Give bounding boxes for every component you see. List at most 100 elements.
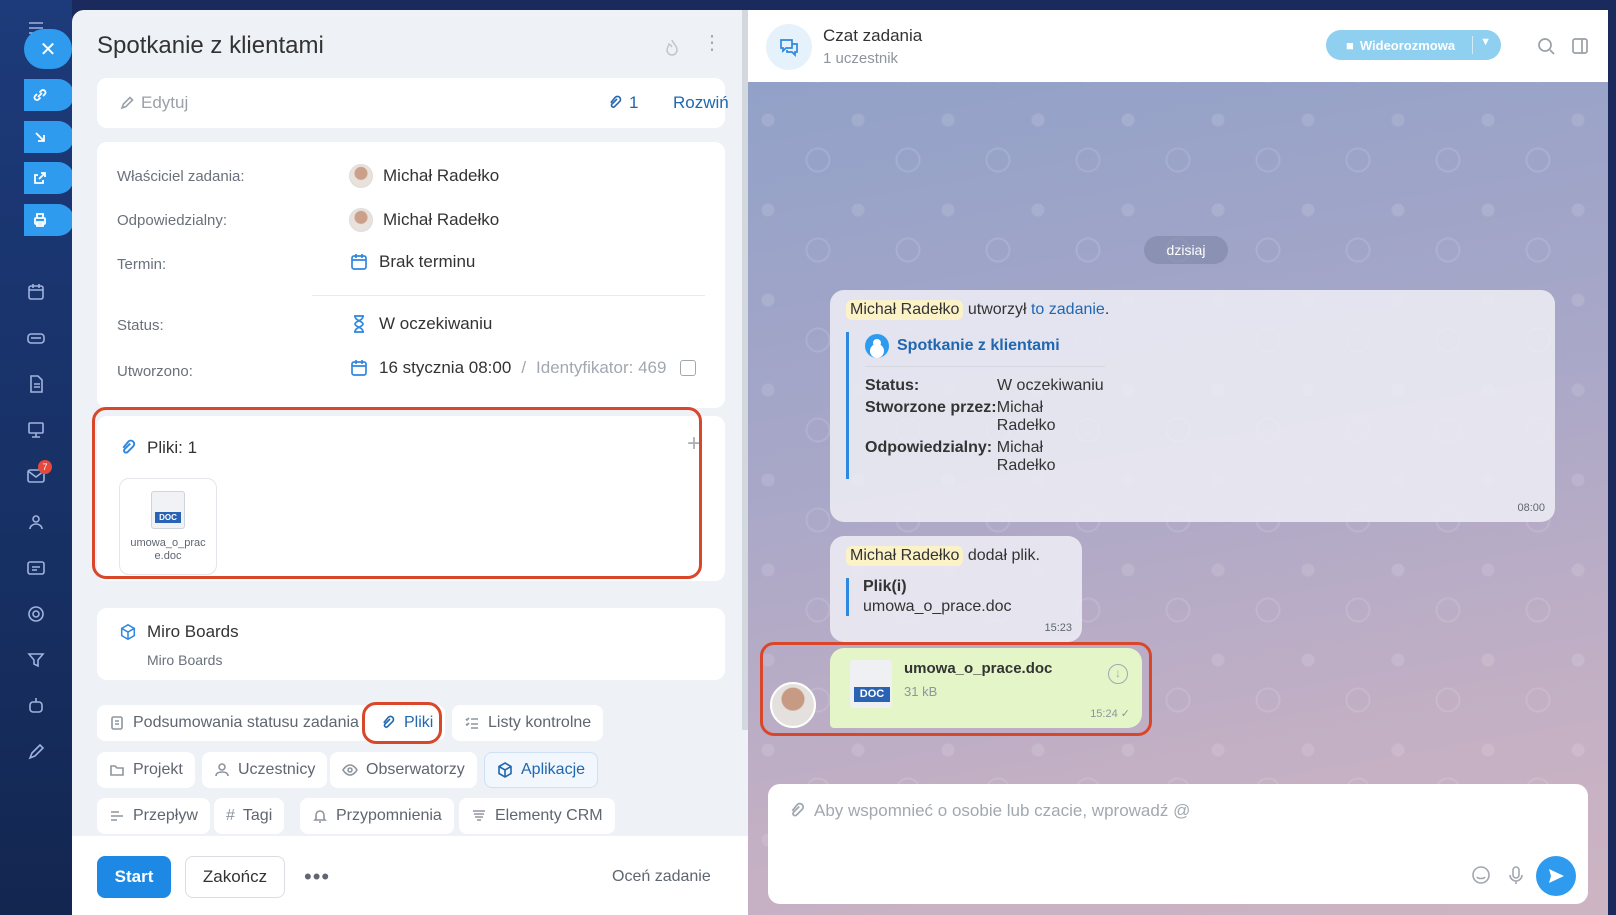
message-time: 15:23 <box>1044 622 1072 634</box>
chat-header: Czat zadania 1 uczestnik ■ Wideorozmowa … <box>748 10 1608 82</box>
close-slider-button[interactable]: ✕ <box>24 29 72 69</box>
drive-icon[interactable] <box>24 326 48 350</box>
emoji-icon[interactable] <box>1470 864 1492 886</box>
files-header: Pliki: 1 <box>119 438 197 458</box>
expand-link[interactable]: Rozwiń <box>673 93 729 113</box>
owner-value[interactable]: Michał Radełko <box>349 164 499 188</box>
doc-badge: DOC <box>155 512 181 523</box>
quote-value: Michał Radełko <box>996 399 1056 434</box>
doc-badge: DOC <box>854 687 890 702</box>
attach-icon[interactable] <box>788 802 806 820</box>
chip-participants[interactable]: Uczestnicy <box>202 752 328 788</box>
summary-icon <box>111 716 123 730</box>
message-composer <box>768 784 1588 904</box>
chip-status-summaries[interactable]: Podsumowania statusu zadania <box>97 705 371 741</box>
quote-title[interactable]: Spotkanie z klientami <box>865 332 1106 360</box>
edit-bar: Edytuj 1 Rozwiń <box>97 78 729 128</box>
chip-observers[interactable]: Obserwatorzy <box>330 752 477 788</box>
add-file-icon[interactable]: + <box>687 430 701 458</box>
flame-icon[interactable] <box>662 38 682 58</box>
task-panel: Spotkanie z klientami ⋮ Edytuj 1 Rozwiń … <box>72 10 748 915</box>
miro-section: Miro Boards Miro Boards <box>97 608 725 680</box>
chat-participants[interactable]: 1 uczestnik <box>823 50 898 67</box>
author-mention[interactable]: Michał Radełko <box>846 300 964 320</box>
more-options-icon[interactable]: ⋮ <box>702 33 722 58</box>
edit-button[interactable]: Edytuj <box>119 93 188 113</box>
rate-task-link[interactable]: Oceń zadanie <box>612 868 711 886</box>
deadline-label: Termin: <box>117 256 167 273</box>
chat-title[interactable]: Czat zadania <box>823 26 922 46</box>
chip-files[interactable]: Pliki <box>368 705 446 741</box>
chip-crm-elements[interactable]: Elementy CRM <box>459 798 615 834</box>
chip-checklists[interactable]: Listy kontrolne <box>452 705 604 741</box>
responsible-value[interactable]: Michał Radełko <box>349 208 499 232</box>
robot-icon[interactable] <box>24 694 48 718</box>
chip-applications[interactable]: Aplikacje <box>484 752 599 788</box>
paperclip-icon <box>610 95 622 108</box>
video-call-button[interactable]: ■ Wideorozmowa ▼ <box>1326 30 1501 60</box>
avatar[interactable] <box>770 682 816 728</box>
search-icon[interactable] <box>1536 36 1556 56</box>
print-button[interactable] <box>24 204 74 236</box>
chip-label: Projekt <box>133 761 183 778</box>
board-icon[interactable] <box>24 418 48 442</box>
divider <box>1472 36 1473 54</box>
task-title: Spotkanie z klientami <box>97 32 324 59</box>
quote-value: W oczekiwaniu <box>997 377 1104 394</box>
doc-file-name[interactable]: umowa_o_prace.doc <box>904 660 1052 677</box>
paperclip-icon <box>122 439 136 454</box>
chip-label: Przepływ <box>133 807 198 824</box>
chip-tags[interactable]: # Tagi <box>214 798 285 834</box>
message-time: 08:00 <box>1517 502 1545 514</box>
download-icon[interactable]: ↓ <box>1108 664 1128 684</box>
doc-file-icon: DOC <box>850 660 892 708</box>
system-message-text: Michał Radełko utworzył to zadanie. <box>846 300 1109 320</box>
status-label: Status: <box>117 317 164 334</box>
chip-reminders[interactable]: Przypomnienia <box>300 798 454 834</box>
minimize-button[interactable] <box>24 121 74 153</box>
sidebar-toggle-icon[interactable] <box>1570 36 1590 56</box>
quote-key: Odpowiedzialny: <box>865 439 993 456</box>
attachment-counter[interactable]: 1 <box>607 93 638 113</box>
hash-icon: # <box>226 807 235 824</box>
chat-bubbles-icon <box>780 39 798 58</box>
users-icon[interactable] <box>24 510 48 534</box>
pen-icon[interactable] <box>24 740 48 764</box>
miro-subtitle[interactable]: Miro Boards <box>147 652 222 668</box>
status-value: W oczekiwaniu <box>349 314 492 334</box>
microphone-icon[interactable] <box>1505 864 1527 886</box>
created-date: 16 stycznia 08:00 <box>379 358 512 377</box>
copy-link-button[interactable] <box>24 79 74 111</box>
chip-flow[interactable]: Przepływ <box>97 798 210 834</box>
quote-title-text: Spotkanie z klientami <box>897 337 1060 354</box>
calendar-repeat-icon <box>351 360 367 376</box>
deadline-value[interactable]: Brak terminu <box>349 252 475 272</box>
filter-icon[interactable] <box>24 648 48 672</box>
flow-icon <box>111 811 123 821</box>
system-action: utworzył <box>967 301 1027 318</box>
chevron-down-icon[interactable]: ▼ <box>1480 36 1491 48</box>
calendar-icon[interactable] <box>24 280 48 304</box>
folder-icon <box>110 765 124 776</box>
document-icon[interactable] <box>24 372 48 396</box>
finish-button[interactable]: Zakończ <box>185 856 285 898</box>
contact-card-icon[interactable] <box>24 556 48 580</box>
more-actions-button[interactable]: ••• <box>304 856 330 898</box>
message-input[interactable] <box>814 796 1554 826</box>
copy-icon[interactable] <box>680 360 697 376</box>
start-button[interactable]: Start <box>97 856 171 898</box>
quote-row: Stworzone przez: Michał Radełko <box>865 399 1106 435</box>
chip-project[interactable]: Projekt <box>97 752 195 788</box>
task-link[interactable]: to zadanie <box>1031 301 1105 318</box>
target-icon[interactable] <box>24 602 48 626</box>
file-message[interactable]: DOC umowa_o_prace.doc 31 kB ↓ 15:24 ✓ <box>830 648 1142 728</box>
send-button[interactable] <box>1536 856 1576 896</box>
file-quote-value: umowa_o_prace.doc <box>863 598 1012 615</box>
open-new-window-button[interactable] <box>24 162 74 194</box>
task-person-icon <box>865 334 889 358</box>
file-tile[interactable]: DOC umowa_o_prace.doc <box>119 478 217 575</box>
attachment-count: 1 <box>629 93 639 112</box>
files-title: Pliki: 1 <box>147 438 198 457</box>
author-mention[interactable]: Michał Radełko <box>846 546 964 566</box>
chip-label: Podsumowania statusu zadania <box>133 714 359 731</box>
